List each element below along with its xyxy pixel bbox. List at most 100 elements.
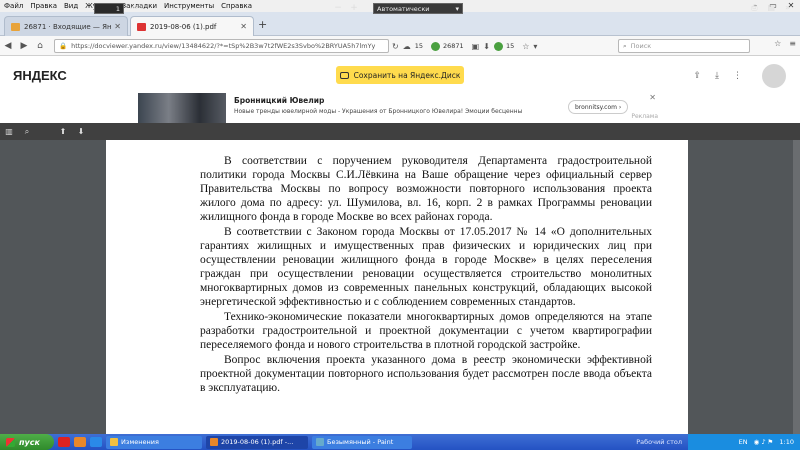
ad-label: Реклама [631, 113, 658, 120]
new-tab-button[interactable]: + [258, 18, 267, 31]
avatar[interactable] [762, 64, 786, 88]
reload-icon[interactable]: ↻ [392, 42, 399, 51]
weather-icon[interactable]: ☁ [403, 42, 411, 51]
print-icon[interactable]: ⎙ [751, 3, 757, 13]
more-icon[interactable]: ▾ [533, 42, 537, 51]
ad-image [138, 93, 226, 123]
language-indicator[interactable]: EN [739, 438, 748, 446]
close-tab-icon[interactable]: ✕ [240, 22, 247, 31]
nav-right-icons: ☆ ≡ [766, 39, 796, 48]
zoom-out-icon[interactable]: − [330, 3, 346, 13]
opera-icon[interactable] [58, 437, 70, 447]
folder-icon [110, 438, 118, 446]
yandex-header: ЯНДЕКС Сохранить на Яндекс.Диск ⇪ ⤓ ⋮ [0, 57, 800, 93]
desktop-label[interactable]: Рабочий стол [636, 438, 682, 446]
document-viewer[interactable]: В соответствии с поручением руководителя… [0, 140, 800, 434]
clock[interactable]: 1:10 [779, 438, 794, 446]
more-options-icon[interactable]: ⋮ [733, 71, 742, 81]
save-to-disk-button[interactable]: Сохранить на Яндекс.Диск [336, 66, 464, 84]
ad-title: Бронницкий Ювелир [234, 96, 325, 105]
ie-icon[interactable] [90, 437, 102, 447]
pdf-toolbar-right: ⎙ ▤ » [741, 3, 790, 13]
taskbar-item-label: 2019-08-06 (1).pdf -... [221, 438, 294, 446]
prev-page-icon[interactable]: ⬆ [54, 127, 72, 136]
yandex-logo[interactable]: ЯНДЕКС [13, 68, 67, 83]
paragraph: Технико-экономические показатели многокв… [200, 311, 652, 351]
search-placeholder: Поиск [630, 42, 652, 50]
menu-view[interactable]: Вид [64, 2, 78, 10]
menu-icon[interactable]: ≡ [789, 39, 796, 48]
firefox-icon[interactable] [74, 437, 86, 447]
toolbar-icons: ↻ ☁ 15 26871 ▣ ⬇ 15 ☆ ▾ [392, 39, 541, 53]
zoom-controls: − + [330, 3, 362, 13]
taskbar-item-label: Изменения [121, 438, 159, 446]
forward-icon[interactable]: ▶ [16, 38, 32, 54]
disk-icon [339, 71, 349, 79]
menu-tools[interactable]: Инструменты [164, 2, 214, 10]
download-icon[interactable]: ⤓ [715, 71, 719, 81]
next-page-icon[interactable]: ⬇ [72, 127, 90, 136]
back-icon[interactable]: ◀ [0, 38, 16, 54]
page-total: из 1 [130, 3, 144, 11]
ad-text: Новые тренды ювелирной моды - Украшения … [234, 108, 523, 115]
download-icon[interactable]: ⬇ [483, 42, 490, 51]
paint-icon [316, 438, 324, 446]
menu-help[interactable]: Справка [221, 2, 252, 10]
taskbar-item[interactable]: Изменения [106, 435, 202, 449]
sidebar-toggle-icon[interactable]: ▥ [0, 127, 18, 136]
header-actions: ⇪ ⤓ ⋮ [679, 71, 742, 81]
tools-icon[interactable]: » [785, 3, 790, 13]
tray-icons[interactable]: ◉ ♪ ⚑ [754, 438, 774, 446]
menu-edit[interactable]: Правка [30, 2, 57, 10]
share-icon[interactable]: ⇪ [693, 71, 701, 81]
zoom-select[interactable]: Автоматически [373, 3, 463, 14]
taskbar-item[interactable]: Безымянный - Paint [312, 435, 412, 449]
pdf-toolbar: ▥ ⌕ ⬆ ⬇ [0, 123, 800, 140]
search-input[interactable]: ⌕ Поиск [618, 39, 750, 53]
address-bar[interactable]: 🔒 https://docviewer.yandex.ru/view/13484… [54, 39, 389, 53]
firefox-icon [210, 438, 218, 446]
close-tab-icon[interactable]: ✕ [114, 22, 121, 31]
tab-mail[interactable]: 26871 · Входящие — Яндекс.Почта ✕ [4, 16, 128, 36]
page-number-input[interactable]: 1 [94, 3, 124, 14]
tab-label: 2019-08-06 (1).pdf [150, 22, 217, 31]
start-label: пуск [19, 437, 40, 447]
paragraph: Вопрос включения проекта указанного дома… [200, 354, 652, 394]
menu-file[interactable]: Файл [4, 2, 23, 10]
system-tray: EN ◉ ♪ ⚑ 1:10 [688, 434, 800, 450]
taskbar-item-label: Безымянный - Paint [327, 438, 394, 446]
mail-icon [11, 22, 20, 31]
ad-banner[interactable]: Бронницкий Ювелир Новые тренды ювелирной… [138, 93, 662, 123]
search-icon[interactable]: ⌕ [18, 127, 36, 137]
star-icon[interactable]: ☆ [522, 42, 529, 51]
tab-label: 26871 · Входящие — Яндекс.Почта [24, 22, 112, 31]
weather-counter: 15 [414, 42, 423, 50]
bookmarks-icon[interactable]: ☆ [774, 39, 781, 48]
lock-icon: 🔒 [59, 42, 68, 50]
mail-counter: 26871 [442, 42, 464, 50]
paragraph: В соответствии с поручением руководителя… [200, 155, 652, 223]
clipboard-icon[interactable]: ▣ [472, 42, 480, 51]
close-icon[interactable]: ✕ [649, 93, 656, 102]
home-icon[interactable]: ⌂ [32, 38, 48, 54]
paragraph: В соответствии с Законом города Москвы о… [200, 226, 652, 308]
tab-bar: 26871 · Входящие — Яндекс.Почта ✕ 2019-0… [0, 12, 800, 36]
ad-link-label: bronnitsy.com [575, 104, 617, 111]
save-icon[interactable]: ▤ [768, 3, 776, 13]
traffic-counter: 15 [505, 42, 515, 50]
ad-link-button[interactable]: bronnitsy.com › [568, 100, 629, 114]
tab-pdf[interactable]: 2019-08-06 (1).pdf ✕ [130, 16, 254, 36]
start-button[interactable]: пуск [0, 434, 54, 450]
document-text: В соответствии с поручением руководителя… [200, 154, 652, 396]
traffic-icon[interactable] [493, 41, 503, 51]
save-button-label: Сохранить на Яндекс.Диск [353, 70, 461, 80]
mail-counter-icon[interactable] [430, 41, 440, 51]
taskbar-item[interactable]: 2019-08-06 (1).pdf -... [206, 435, 308, 449]
scrollbar[interactable] [793, 140, 800, 434]
zoom-in-icon[interactable]: + [346, 3, 362, 13]
navigation-bar: ◀ ▶ ⌂ 🔒 https://docviewer.yandex.ru/view… [0, 36, 800, 56]
windows-logo-icon [6, 437, 15, 447]
taskbar: пуск Изменения 2019-08-06 (1).pdf -... Б… [0, 434, 800, 450]
pdf-icon [137, 22, 146, 31]
pdf-page: В соответствии с поручением руководителя… [106, 140, 688, 434]
